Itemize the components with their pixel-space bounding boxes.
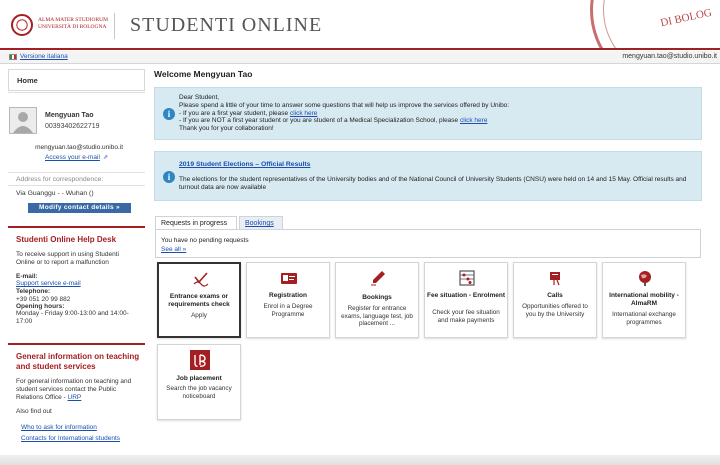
profile-email: mengyuan.tao@studio.unibo.it [35, 144, 123, 151]
elections-text: The elections for the student representa… [179, 176, 687, 191]
external-link-icon: ⇗ [103, 155, 109, 161]
other-students-survey-link[interactable]: click here [460, 117, 487, 124]
tile-title: Registration [269, 292, 307, 299]
tab-bookings[interactable]: Bookings [239, 216, 283, 230]
language-switch-link[interactable]: Versione italiana [20, 53, 68, 60]
address-label: Address for correspondence: [16, 176, 104, 183]
person-icon [13, 112, 33, 133]
tab-requests-in-progress[interactable]: Requests in progress [155, 216, 237, 230]
italian-flag-icon[interactable] [9, 54, 17, 60]
tile-title: Job placement [176, 375, 222, 382]
app-title: STUDENTI ONLINE [130, 14, 323, 36]
urp-link[interactable]: URP [68, 394, 82, 401]
helpdesk-hours-label: Opening hours: [16, 303, 65, 310]
general-info-text: For general information on teaching and … [16, 378, 140, 402]
tile-bookings[interactable]: Bookings Register for entrance exams, la… [335, 262, 419, 338]
who-to-ask-link[interactable]: Who to ask for information [21, 424, 97, 431]
tile-job-placement[interactable]: Job placement Search the job vacancy not… [157, 344, 241, 420]
tile-fee-situation[interactable]: Fee situation - Enrolment Check your fee… [424, 262, 508, 338]
job-icon [190, 350, 210, 370]
tile-desc: Enrol in a Degree Programme [263, 303, 313, 318]
user-email: mengyuan.tao@studio.unibo.it [622, 53, 717, 60]
helpdesk-top-line [8, 226, 145, 228]
general-info-title: General information on teaching and stud… [16, 352, 140, 371]
first-year-survey-link[interactable]: click here [290, 110, 317, 117]
also-find-out: Also find out [16, 408, 52, 415]
access-email-link[interactable]: Access your e-mail [45, 154, 100, 161]
general-top-line [8, 343, 145, 345]
helpdesk-intro: To receive support in using Studenti Onl… [16, 251, 119, 266]
tile-title: Entrance exams or requirements check [168, 293, 230, 308]
tile-calls[interactable]: Calls Opportunities offered to you by th… [513, 262, 597, 338]
helpdesk-title: Studenti Online Help Desk [16, 235, 117, 244]
registration-card-icon [281, 273, 297, 284]
tile-registration[interactable]: Registration Enrol in a Degree Programme [246, 262, 330, 338]
tile-title: Bookings [362, 294, 392, 301]
welcome-heading: Welcome Mengyuan Tao [154, 69, 253, 79]
tile-international-mobility[interactable]: International mobility - AlmaRM Internat… [602, 262, 686, 338]
elections-info-box: i 2019 Student Elections – Official Resu… [154, 151, 702, 201]
signature-check-icon [193, 272, 209, 287]
info-icon: i [163, 171, 175, 183]
survey-info-box: i Dear Student, Please spend a little of… [154, 87, 702, 140]
info-icon: i [163, 108, 175, 120]
survey-line1: Dear Student, [179, 94, 220, 101]
university-logo-text[interactable]: ALMA MATER STUDIORUM UNIVERSITÀ DI BOLOG… [38, 17, 108, 31]
tile-desc: Search the job vacancy noticeboard [166, 385, 232, 400]
modify-contact-button[interactable]: Modify contact details » [28, 203, 131, 213]
header: ALMA MATER STUDIORUM UNIVERSITÀ DI BOLOG… [0, 0, 720, 48]
top-bar: Versione italiana mengyuan.tao@studio.un… [0, 51, 720, 64]
elections-results-link[interactable]: 2019 Student Elections – Official Result… [179, 161, 310, 168]
abacus-icon [459, 270, 475, 286]
tile-entrance-exams[interactable]: Entrance exams or requirements check App… [157, 262, 241, 338]
footer-bar [0, 455, 720, 465]
pen-icon [371, 271, 385, 286]
address-value: Via Guanggu - - Wuhan () [16, 190, 94, 197]
tile-desc: Apply [191, 312, 207, 319]
helpdesk-phone: +39 051 20 99 882 [16, 296, 71, 303]
calls-icon [550, 272, 560, 286]
support-email-link[interactable]: Support service e-mail [16, 280, 81, 287]
survey-line4-text: - If you are NOT a first year student or… [179, 117, 459, 125]
survey-line4: - If you are NOT a first year student or… [179, 117, 509, 125]
pending-requests-text: You have no pending requests [161, 237, 249, 244]
tile-title: Calls [547, 292, 563, 299]
tile-desc: International exchange programmes [612, 311, 676, 326]
survey-line2: Please spend a little of your time to an… [179, 101, 510, 109]
helpdesk-hours: Monday - Friday 9:00-13:00 and 14:00-17:… [16, 310, 129, 325]
survey-text: Dear Student, Please spend a little of y… [179, 94, 509, 133]
globe-icon [639, 271, 651, 286]
profile-id: 00393402622719 [45, 123, 100, 130]
logo-line1: ALMA MATER STUDIORUM [38, 17, 108, 23]
survey-line5: Thank you for your collaboration! [179, 125, 274, 133]
tile-title: Fee situation - Enrolment [427, 292, 506, 299]
survey-line3: - If you are a first year student, pleas… [179, 110, 509, 118]
header-divider [114, 13, 115, 39]
helpdesk-email-label: E-mail: [16, 273, 38, 280]
helpdesk-phone-label: Telephone: [16, 288, 51, 295]
sidebar-divider [8, 92, 145, 93]
international-contacts-link[interactable]: Contacts for International students [21, 435, 120, 442]
pending-requests-panel: You have no pending requests See all » [155, 229, 701, 258]
sidebar-divider [8, 185, 145, 186]
tile-desc: Register for entrance exams, language te… [341, 305, 413, 327]
service-tiles: Entrance exams or requirements check App… [155, 262, 695, 422]
sidebar-home[interactable]: Home [8, 69, 145, 91]
tile-title: International mobility - AlmaRM [609, 292, 679, 307]
tile-desc: Opportunities offered to you by the Univ… [522, 303, 588, 318]
sidebar-divider [8, 172, 145, 173]
avatar [9, 107, 37, 134]
see-all-link[interactable]: See all » [161, 246, 186, 253]
logo-line2: UNIVERSITÀ DI BOLOGNA [38, 24, 107, 30]
tile-desc: Check your fee situation and make paymen… [432, 309, 500, 324]
header-red-line [0, 48, 720, 50]
survey-line3-text: - If you are a first year student, pleas… [179, 109, 289, 117]
university-seal-logo[interactable] [11, 14, 33, 36]
profile-name: Mengyuan Tao [45, 112, 94, 119]
